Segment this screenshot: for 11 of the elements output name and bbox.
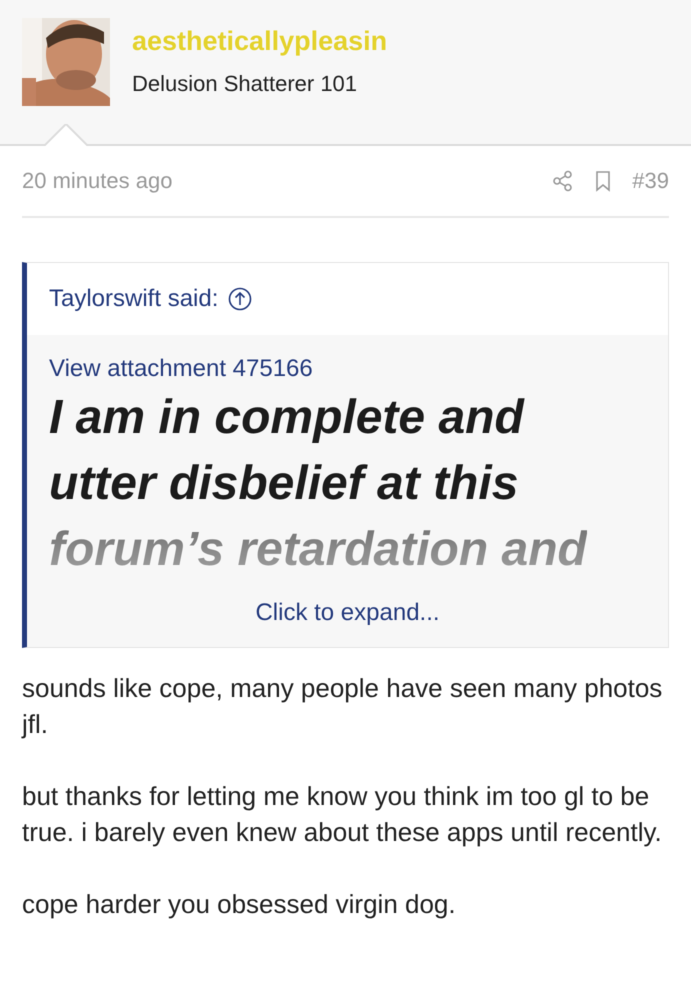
quoted-text-line: utter disbelief at this [49,456,518,512]
post-paragraph: sounds like cope, many people have seen many photos jfl. [22,672,664,741]
expand-link[interactable]: Click to expand... [255,599,440,626]
attachment-link[interactable]: View attachment 475166 [49,355,313,383]
share-icon[interactable] [552,170,574,192]
arrow-up-circle-icon[interactable] [228,287,252,311]
post-paragraph: but thanks for letting me know you think im too gl to be true. i barely even knew about these apps until recently. [22,780,663,849]
post-paragraph: cope harder you obsessed virgin dog. [22,888,457,921]
user-title: Delusion Shatterer 101 [132,71,358,97]
quote-author-link[interactable]: Taylorswift said: [49,285,218,313]
quoted-text-line: I am in complete and [49,390,524,446]
